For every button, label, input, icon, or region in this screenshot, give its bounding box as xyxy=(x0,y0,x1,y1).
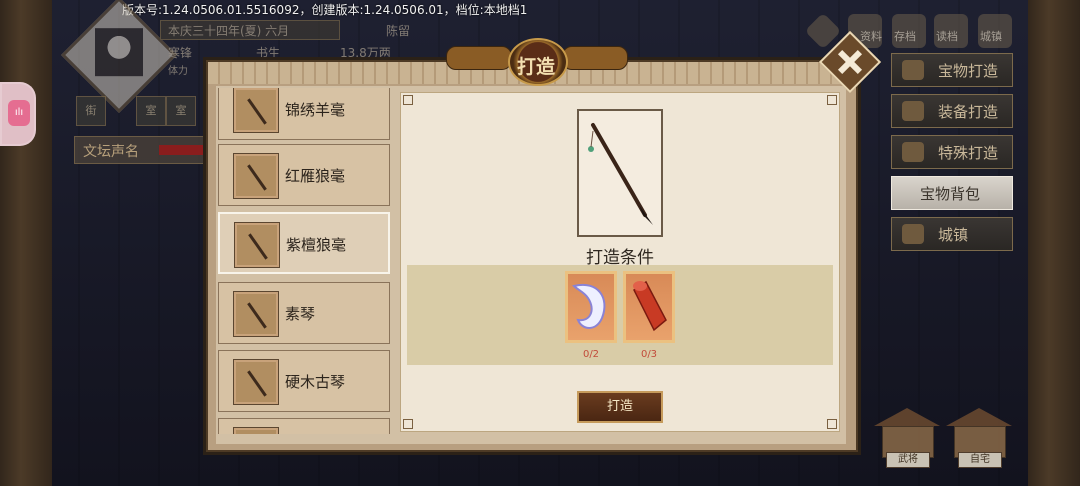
corner-ornament xyxy=(827,95,837,105)
version-info: 版本号:1.24.0506.01.5516092，创建版本:1.24.0506.… xyxy=(122,3,528,17)
detail-panel: 打造条件 0/2 0/3 打造 xyxy=(400,92,840,432)
zither-icon xyxy=(233,359,279,405)
forge-button[interactable]: 打造 xyxy=(577,391,663,423)
zither-icon xyxy=(233,291,279,337)
list-item[interactable] xyxy=(218,418,390,434)
town-icon xyxy=(902,224,924,244)
player-name: 陈留 xyxy=(386,24,411,38)
brush-icon xyxy=(233,88,279,133)
wrench-icon xyxy=(902,142,924,162)
dialog-title-plate: 打造 xyxy=(446,38,628,86)
side-float-button[interactable]: ılı xyxy=(0,82,36,146)
corner-ornament xyxy=(827,419,837,429)
item-name: 红雁狼毫 xyxy=(285,167,346,185)
left-frame-border xyxy=(0,0,52,486)
item-name: 硬木古琴 xyxy=(285,373,346,391)
fame-label: 文坛声名 xyxy=(83,144,139,160)
menu-label: 装备打造 xyxy=(938,103,999,121)
save-label: 存档 xyxy=(894,30,916,43)
dialog-title: 打造 xyxy=(516,56,555,78)
building-sign: 武将 xyxy=(886,452,930,468)
brush-icon xyxy=(233,153,279,199)
room-button-2[interactable]: 室 xyxy=(166,96,196,126)
building-sign: 自宅 xyxy=(958,452,1002,468)
portrait-face xyxy=(95,28,143,77)
forge-equip-icon xyxy=(902,101,924,121)
menu-town[interactable]: 城镇 xyxy=(891,217,1013,251)
item-name: 紫檀狼毫 xyxy=(286,236,347,254)
menu-treasure-bag[interactable]: 宝物背包 xyxy=(891,176,1013,210)
materials-strip: 0/2 0/3 xyxy=(407,265,833,365)
brush-icon xyxy=(234,222,280,268)
item-name: 素琴 xyxy=(285,305,316,323)
item-list[interactable]: 锦绣羊毫 红雁狼毫 紫檀狼毫 素琴 硬木古琴 xyxy=(218,88,392,434)
red-wood-icon[interactable] xyxy=(623,271,675,343)
building-roof xyxy=(946,408,1012,426)
list-item[interactable]: 锦绣羊毫 xyxy=(218,88,390,140)
list-item-selected[interactable]: 紫檀狼毫 xyxy=(218,212,390,274)
corner-ornament xyxy=(403,95,413,105)
power-label: 体力 xyxy=(168,66,188,77)
feather-shape xyxy=(572,283,606,329)
feather-icon[interactable] xyxy=(565,271,617,343)
menu-label: 城镇 xyxy=(938,226,969,244)
game-date: 本庆三十四年(夏) 六月 xyxy=(168,24,290,38)
item-name: 锦绣羊毫 xyxy=(285,101,346,119)
material-count: 0/2 xyxy=(582,349,600,360)
menu-label: 特殊打造 xyxy=(938,144,999,162)
list-item[interactable]: 素琴 xyxy=(218,282,390,344)
player-role-left: 寒锋 xyxy=(168,46,193,60)
room-button-1[interactable]: 室 xyxy=(136,96,166,126)
profile-label: 资料 xyxy=(860,30,882,43)
load-label: 读档 xyxy=(936,30,958,43)
player-title: 书生 xyxy=(256,46,281,60)
selected-item-card xyxy=(577,109,663,237)
corner-ornament xyxy=(403,419,413,429)
player-money: 13.8万两 xyxy=(340,46,391,60)
forge-treasure-icon xyxy=(902,60,924,80)
material-count: 0/3 xyxy=(640,349,658,360)
menu-label: 宝物背包 xyxy=(920,185,981,203)
menu-label: 宝物打造 xyxy=(938,62,999,80)
brush-icon xyxy=(588,123,653,225)
list-item[interactable]: 红雁狼毫 xyxy=(218,144,390,206)
general-building[interactable]: 武将 xyxy=(874,404,940,470)
wood-shape xyxy=(633,280,667,332)
right-frame-border xyxy=(1028,0,1080,486)
town-top-label: 城镇 xyxy=(980,30,1002,43)
list-item[interactable]: 硬木古琴 xyxy=(218,350,390,412)
menu-treasure-forge[interactable]: 宝物打造 xyxy=(891,53,1013,87)
menu-special-forge[interactable]: 特殊打造 xyxy=(891,135,1013,169)
street-button[interactable]: 街 xyxy=(76,96,106,126)
item-thumbnail xyxy=(233,427,279,434)
fame-bar: 文坛声名 xyxy=(74,136,216,164)
home-building[interactable]: 自宅 xyxy=(946,404,1012,470)
menu-equip-forge[interactable]: 装备打造 xyxy=(891,94,1013,128)
bilibili-icon: ılı xyxy=(8,100,30,126)
building-roof xyxy=(874,408,940,426)
